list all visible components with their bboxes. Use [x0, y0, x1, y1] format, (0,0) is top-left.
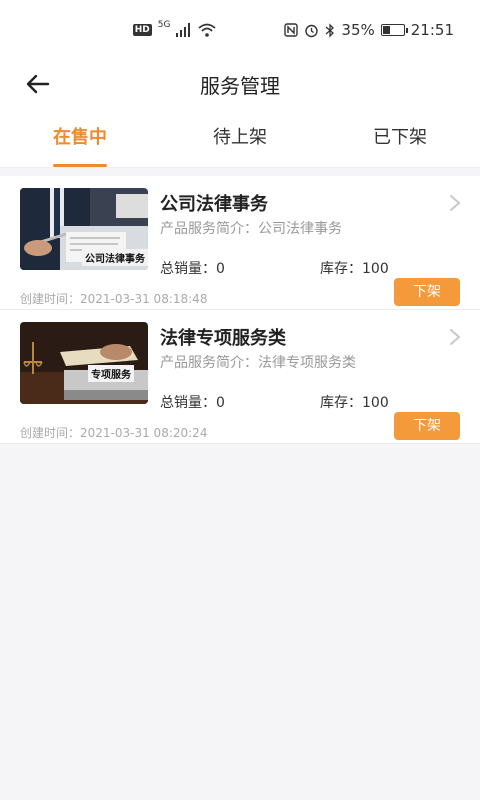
chevron-right-icon[interactable]	[448, 328, 462, 346]
thumbnail-caption: 专项服务	[88, 365, 134, 382]
product-sales: 总销量：0	[160, 395, 225, 411]
tab-pending[interactable]: 待上架	[160, 108, 320, 167]
battery-level	[382, 26, 390, 34]
delist-button[interactable]: 下架	[394, 278, 460, 306]
signal-icon	[176, 23, 191, 37]
chevron-right-icon[interactable]	[448, 194, 462, 212]
product-created-time: 创建时间：2021-03-31 08:20:24	[20, 426, 208, 440]
product-sales: 总销量：0	[160, 261, 225, 277]
product-stock: 库存：100	[320, 395, 389, 411]
network-type: 5G	[157, 20, 171, 30]
alarm-icon	[305, 24, 319, 37]
product-intro: 产品服务简介：公司法律事务	[160, 221, 342, 237]
clock: 21:51	[410, 21, 454, 39]
battery-percent: 35%	[341, 21, 375, 39]
nav-header: 服务管理	[0, 60, 480, 108]
status-tabs: 在售中 待上架 已下架	[0, 108, 480, 168]
status-right: 35% 21:51	[284, 21, 454, 39]
product-card[interactable]: 公司法律事务 公司法律事务 产品服务简介：公司法律事务 总销量：0 库存：100…	[0, 176, 480, 310]
product-name: 法律专项服务类	[160, 328, 286, 349]
tab-on-sale[interactable]: 在售中	[0, 108, 160, 167]
hd-badge: HD	[132, 24, 152, 36]
product-name: 公司法律事务	[160, 194, 268, 215]
product-image	[20, 322, 148, 404]
tab-delisted[interactable]: 已下架	[320, 108, 480, 167]
product-thumbnail: 专项服务	[20, 322, 148, 404]
battery-icon	[380, 24, 408, 36]
thumbnail-caption: 公司法律事务	[82, 249, 148, 266]
product-intro: 产品服务简介：法律专项服务类	[160, 355, 356, 371]
product-card[interactable]: 专项服务 法律专项服务类 产品服务简介：法律专项服务类 总销量：0 库存：100…	[0, 310, 480, 444]
wifi-icon	[198, 23, 217, 37]
product-thumbnail: 公司法律事务	[20, 188, 148, 270]
product-created-time: 创建时间：2021-03-31 08:18:48	[20, 292, 208, 306]
bluetooth-icon	[325, 22, 335, 38]
nfc-icon	[284, 23, 299, 37]
product-list: 公司法律事务 公司法律事务 产品服务简介：公司法律事务 总销量：0 库存：100…	[0, 176, 480, 444]
delist-button[interactable]: 下架	[394, 412, 460, 440]
page-title: 服务管理	[200, 74, 280, 98]
product-stock: 库存：100	[320, 261, 389, 277]
status-bar: HD 5G 35% 21:51	[0, 0, 480, 60]
signal-group: HD 5G	[132, 20, 217, 37]
